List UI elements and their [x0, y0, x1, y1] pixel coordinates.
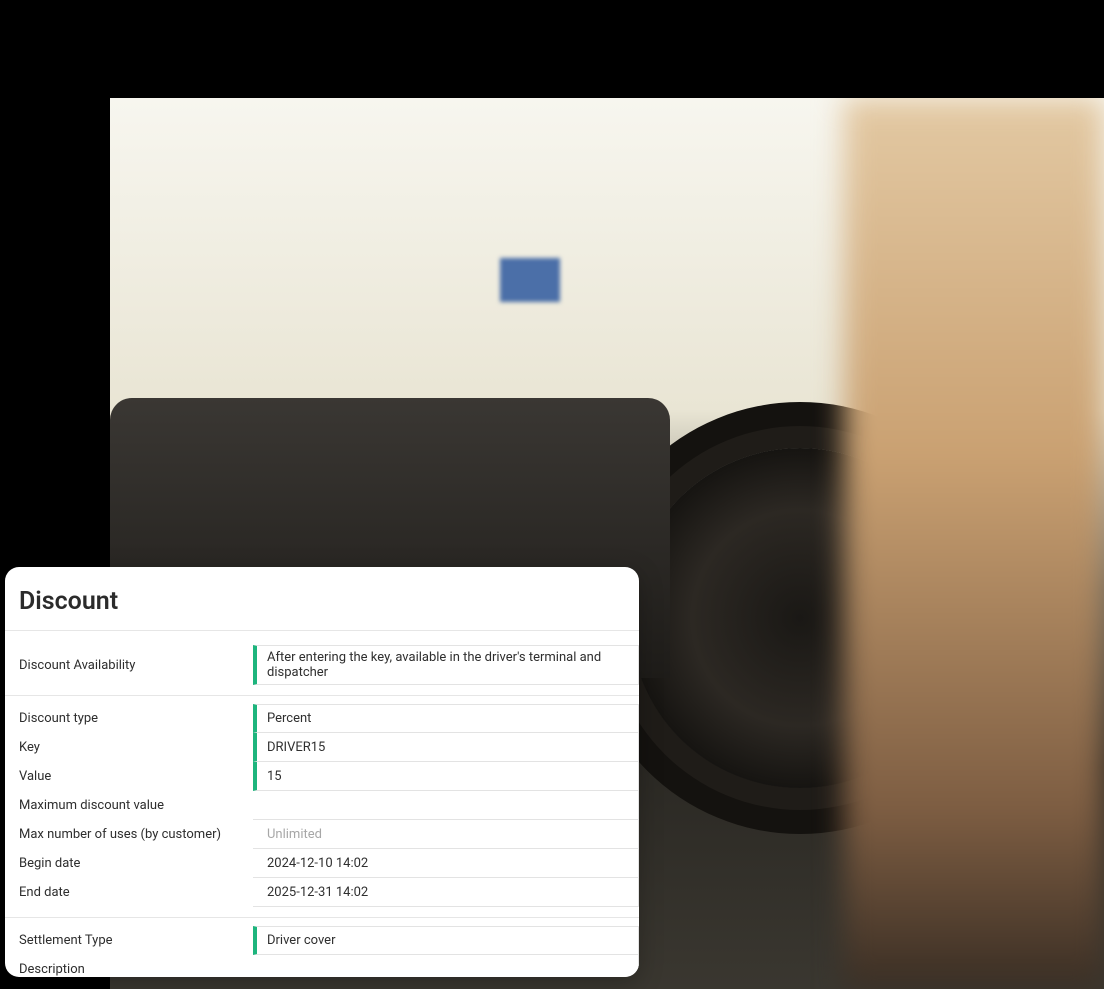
- road-sign-shape: [500, 258, 560, 302]
- row-discount-type: Discount type Percent: [5, 704, 639, 733]
- input-begin-date[interactable]: 2024-12-10 14:02: [253, 849, 639, 878]
- row-description: Description: [5, 955, 639, 977]
- value-begin-date: 2024-12-10 14:02: [267, 856, 368, 871]
- separator: [5, 917, 639, 918]
- select-settlement-type[interactable]: Driver cover: [253, 926, 639, 955]
- discount-panel: Discount Discount Availability After ent…: [5, 567, 639, 977]
- row-end-date: End date 2025-12-31 14:02: [5, 878, 639, 907]
- label-max-discount-value: Maximum discount value: [5, 791, 253, 820]
- label-description: Description: [5, 955, 253, 977]
- select-discount-type[interactable]: Percent: [253, 704, 639, 733]
- label-key: Key: [5, 733, 253, 762]
- value-key: DRIVER15: [267, 740, 325, 755]
- input-max-uses[interactable]: Unlimited: [253, 820, 639, 849]
- input-value[interactable]: 15: [253, 762, 639, 791]
- select-discount-availability[interactable]: After entering the key, available in the…: [253, 645, 639, 685]
- label-begin-date: Begin date: [5, 849, 253, 878]
- label-value: Value: [5, 762, 253, 791]
- label-end-date: End date: [5, 878, 253, 907]
- separator: [5, 695, 639, 696]
- row-value: Value 15: [5, 762, 639, 791]
- value-settlement-type: Driver cover: [267, 933, 335, 948]
- row-key: Key DRIVER15: [5, 733, 639, 762]
- input-description[interactable]: [253, 955, 639, 977]
- panel-title: Discount: [5, 567, 639, 631]
- input-end-date[interactable]: 2025-12-31 14:02: [253, 878, 639, 907]
- input-max-discount-value[interactable]: [253, 791, 639, 820]
- label-discount-availability: Discount Availability: [5, 645, 253, 685]
- value-discount-availability: After entering the key, available in the…: [267, 650, 628, 680]
- value-end-date: 2025-12-31 14:02: [267, 885, 368, 900]
- label-max-uses: Max number of uses (by customer): [5, 820, 253, 849]
- row-begin-date: Begin date 2024-12-10 14:02: [5, 849, 639, 878]
- label-discount-type: Discount type: [5, 704, 253, 733]
- label-settlement-type: Settlement Type: [5, 926, 253, 955]
- panel-body: Discount Availability After entering the…: [5, 631, 639, 977]
- value-value: 15: [267, 769, 282, 784]
- row-settlement-type: Settlement Type Driver cover: [5, 926, 639, 955]
- placeholder-max-uses: Unlimited: [267, 827, 322, 842]
- row-discount-availability: Discount Availability After entering the…: [5, 645, 639, 685]
- row-max-discount-value: Maximum discount value: [5, 791, 639, 820]
- row-max-uses: Max number of uses (by customer) Unlimit…: [5, 820, 639, 849]
- value-discount-type: Percent: [267, 711, 311, 726]
- input-key[interactable]: DRIVER15: [253, 733, 639, 762]
